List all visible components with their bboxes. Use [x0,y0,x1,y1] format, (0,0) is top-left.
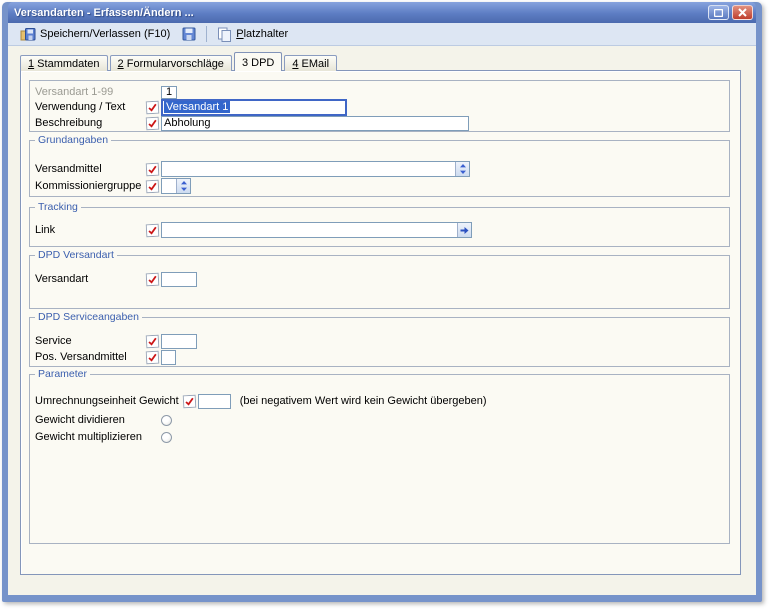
spinner-arrows-icon [459,163,467,175]
copy-icon [217,27,232,42]
arrow-right-icon [459,225,470,236]
tab-strip: 1 Stammdaten 2 Formularvorschläge 3 DPD … [20,52,756,71]
verwendung-row: Verwendung / Text Versandart 1 [35,98,724,116]
required-check-icon[interactable] [182,394,196,408]
kommissioniergruppe-row: Kommissioniergruppe [35,178,724,194]
required-check-icon[interactable] [146,350,160,364]
selected-text: Versandart 1 [164,101,230,113]
platzhalter-button[interactable]: Platzhalter [211,23,294,45]
tab-formularvorschlaege[interactable]: 2 Formularvorschläge [110,55,232,71]
required-check-icon[interactable] [146,116,160,130]
required-check-icon[interactable] [146,162,160,176]
service-field[interactable] [161,334,197,349]
pos-versandmittel-label: Pos. Versandmittel [35,351,146,363]
gewicht-multiplizieren-label: Gewicht multiplizieren [35,431,146,443]
maximize-icon [714,9,723,17]
link-row: Link [35,222,724,238]
umrechnungseinheit-row: Umrechnungseinheit Gewicht (bei negative… [35,393,724,409]
grundangaben-group-title: Grundangaben [35,134,111,146]
identity-group: Versandart 1-99 Verwendung / Text Versan… [29,80,730,132]
verwendung-field[interactable]: Versandart 1 [161,99,347,116]
kommissioniergruppe-combobox[interactable] [161,178,191,194]
grundangaben-group: Grundangaben Versandmittel Kommissionier… [29,140,730,197]
service-row: Service [35,333,724,349]
save-exit-icon [20,27,36,42]
service-label: Service [35,335,146,347]
dialog-window: Versandarten - Erfassen/Ändern ... Speic… [2,2,762,602]
parameter-group: Parameter Umrechnungseinheit Gewicht (be… [29,374,730,544]
parameter-group-title: Parameter [35,368,90,380]
link-fieldwrap[interactable] [161,222,472,238]
umrechnungseinheit-label: Umrechnungseinheit Gewicht [35,395,179,407]
save-icon [182,27,196,41]
beschreibung-field[interactable] [161,116,469,131]
save-button[interactable] [176,23,202,45]
gewicht-dividieren-radio[interactable] [161,415,172,426]
spinner-arrows-icon [180,180,188,192]
versandmittel-row: Versandmittel [35,161,724,177]
save-exit-label: Speichern/Verlassen (F10) [40,28,170,40]
tab-email[interactable]: 4 EMail [284,55,337,71]
pos-versandmittel-row: Pos. Versandmittel [35,349,724,365]
required-check-icon[interactable] [146,334,160,348]
dpd-service-group-title: DPD Serviceangaben [35,311,142,323]
dpd-versandart-group-title: DPD Versandart [35,249,117,261]
versandmittel-combobox[interactable] [161,161,470,177]
gewicht-multiplizieren-row: Gewicht multiplizieren [35,429,724,445]
dpd-versandart-group: DPD Versandart Versandart [29,255,730,309]
kommissioniergruppe-label: Kommissioniergruppe [35,180,146,192]
window-client-area: Speichern/Verlassen (F10) Platzhalter 1 … [8,23,756,595]
gewicht-multiplizieren-radio[interactable] [161,432,172,443]
tab-stammdaten[interactable]: 1 Stammdaten [20,55,108,71]
verwendung-label: Verwendung / Text [35,101,146,113]
versandmittel-label: Versandmittel [35,163,146,175]
beschreibung-row: Beschreibung [35,115,724,131]
beschreibung-label: Beschreibung [35,117,146,129]
required-check-icon[interactable] [146,179,160,193]
umrechnungseinheit-field[interactable] [198,394,231,409]
tracking-group: Tracking Link [29,207,730,247]
dpd-service-group: DPD Serviceangaben Service Pos. Versandm… [29,317,730,367]
versandmittel-spinner-button[interactable] [455,162,469,176]
pos-versandmittel-field[interactable] [161,350,176,365]
toolbar: Speichern/Verlassen (F10) Platzhalter [8,23,756,46]
kommissioniergruppe-field[interactable] [162,179,176,193]
tab-page-dpd: Versandart 1-99 Verwendung / Text Versan… [20,70,741,575]
close-button[interactable] [732,5,753,20]
dpd-versandart-row: Versandart [35,271,724,287]
close-icon [738,8,747,17]
link-field[interactable] [162,223,457,237]
link-label: Link [35,224,146,236]
gewicht-dividieren-row: Gewicht dividieren [35,412,724,428]
versandart-number-label: Versandart 1-99 [35,86,146,98]
window-title: Versandarten - Erfassen/Ändern ... [14,7,705,19]
tracking-group-title: Tracking [35,201,81,213]
required-check-icon[interactable] [146,223,160,237]
dpd-versandart-label: Versandart [35,273,146,285]
platzhalter-label: Platzhalter [236,28,288,40]
dpd-versandart-field[interactable] [161,272,197,287]
versandart-number-field[interactable] [161,86,177,99]
toolbar-separator [206,26,207,42]
umrechnungseinheit-hint: (bei negativem Wert wird kein Gewicht üb… [240,395,487,407]
required-check-icon[interactable] [146,272,160,286]
kommissioniergruppe-spinner-button[interactable] [176,179,190,193]
required-check-icon[interactable] [146,100,160,114]
gewicht-dividieren-label: Gewicht dividieren [35,414,146,426]
tab-dpd[interactable]: 3 DPD [234,52,282,71]
link-open-button[interactable] [457,223,471,237]
versandmittel-field[interactable] [162,162,455,176]
save-exit-button[interactable]: Speichern/Verlassen (F10) [14,23,176,45]
maximize-button[interactable] [708,5,729,20]
title-bar[interactable]: Versandarten - Erfassen/Ändern ... [8,2,756,23]
